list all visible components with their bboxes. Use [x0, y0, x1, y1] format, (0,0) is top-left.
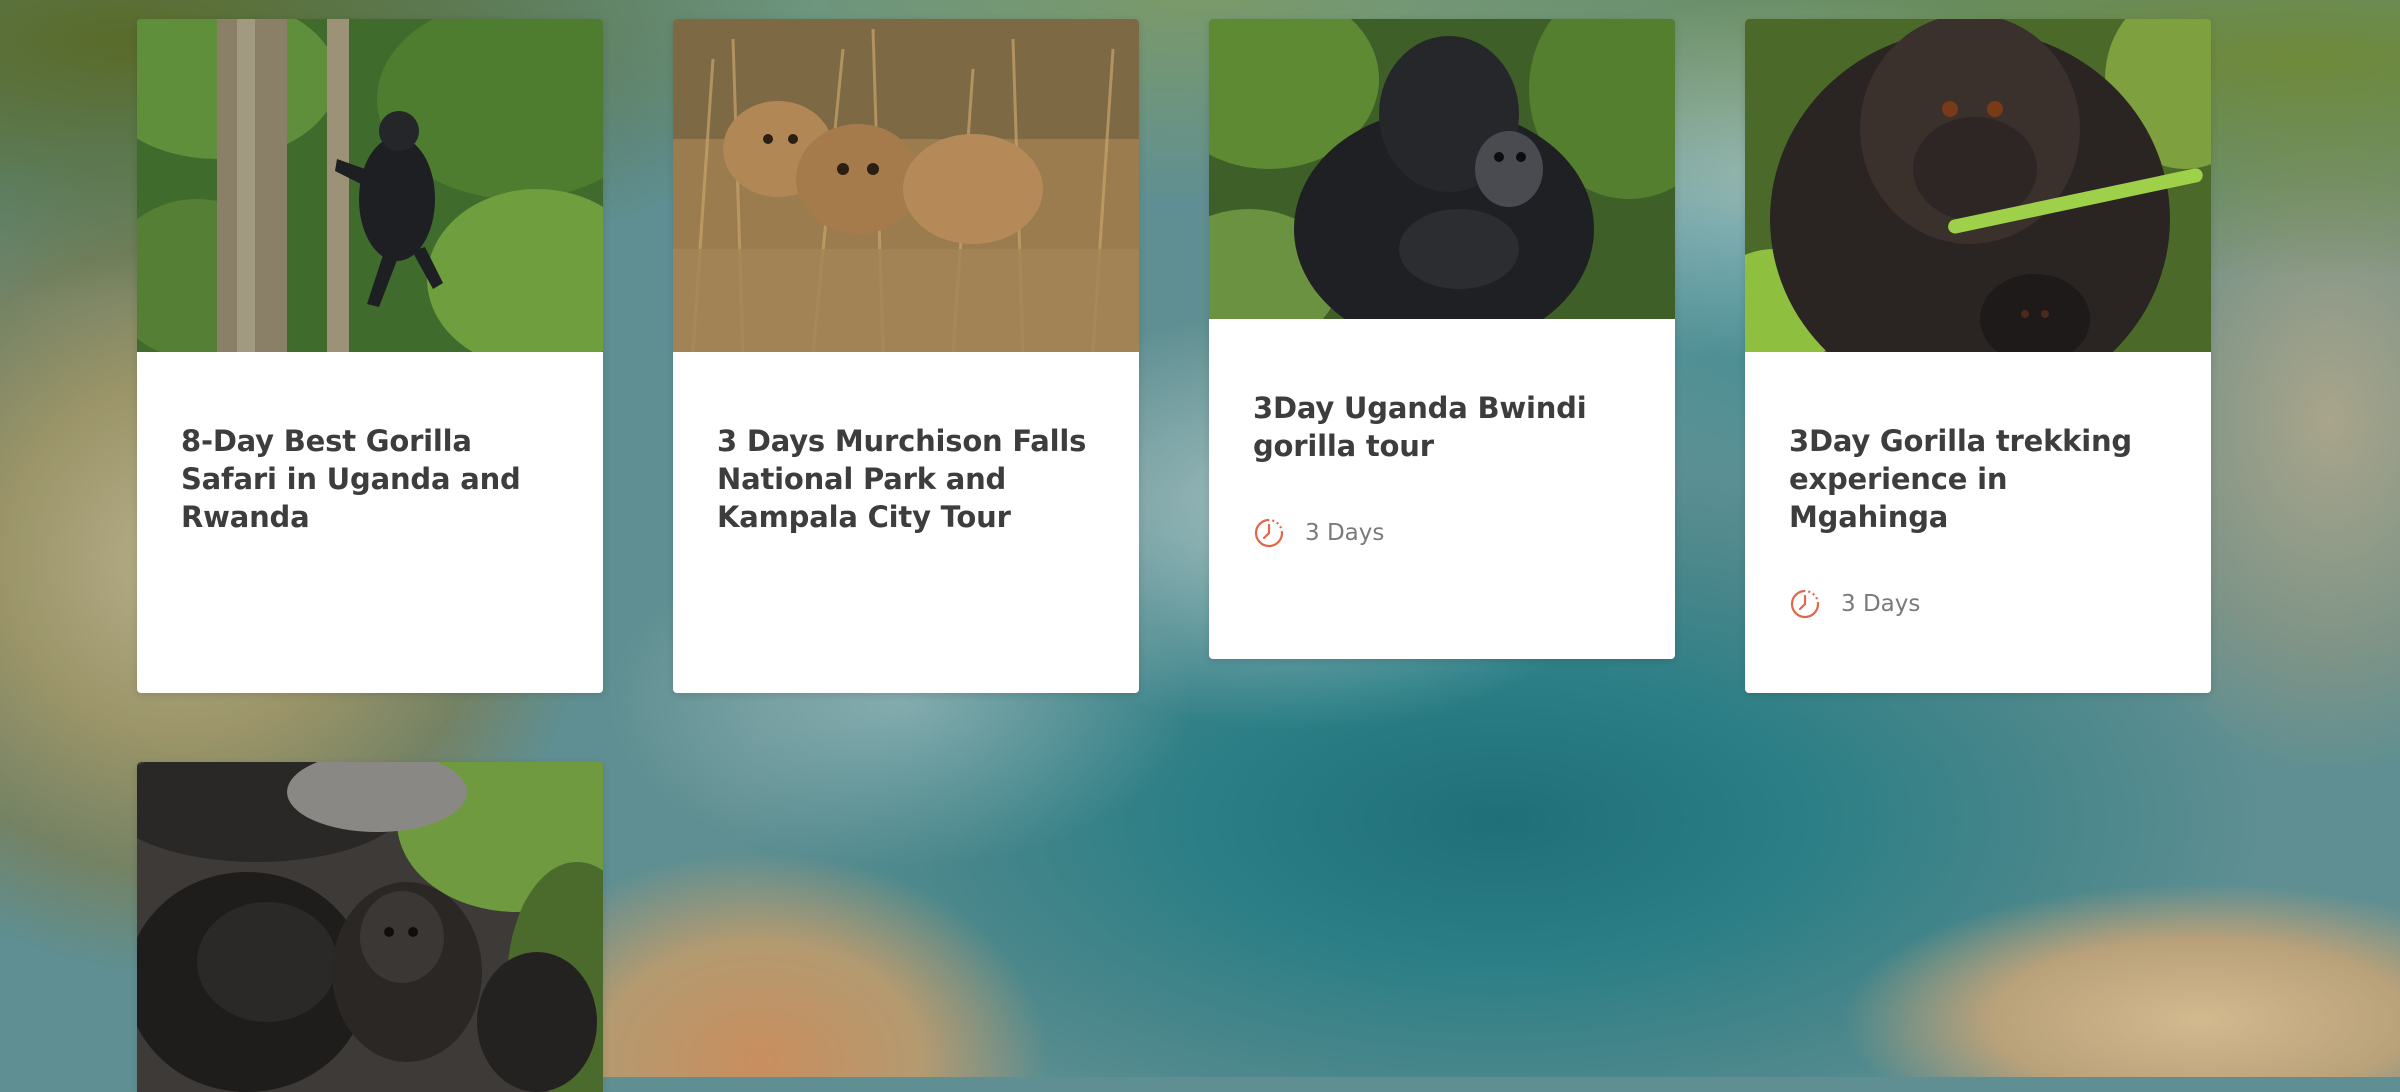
tour-title[interactable]: 3Day Uganda Bwindi gorilla tour: [1253, 389, 1631, 465]
tour-photo-silverback-gorilla[interactable]: [1209, 19, 1675, 319]
tour-duration-label: 3 Days: [1841, 591, 1921, 617]
tour-photo-gorilla-mother-and-baby[interactable]: [1745, 19, 2211, 352]
tour-photo-gorilla-climbing-tree[interactable]: [137, 19, 603, 352]
tour-title[interactable]: 3Day Gorilla trekking experience in Mgah…: [1789, 422, 2167, 536]
tour-duration-label: 3 Days: [1305, 520, 1385, 546]
tour-duration: 3 Days: [1789, 588, 2167, 620]
clock-icon: [1254, 518, 1284, 548]
tour-card[interactable]: 3Day Uganda Bwindi gorilla tour 3 Days: [1209, 19, 1675, 659]
tour-photo-lions-in-grass[interactable]: [673, 19, 1139, 352]
tour-card[interactable]: [137, 762, 603, 1092]
tour-duration: 3 Days: [1253, 517, 1631, 549]
clock-icon: [1790, 589, 1820, 619]
tour-card[interactable]: 8-Day Best Gorilla Safari in Uganda and …: [137, 19, 603, 693]
tour-card[interactable]: 3Day Gorilla trekking experience in Mgah…: [1745, 19, 2211, 693]
tour-card[interactable]: 3 Days Murchison Falls National Park and…: [673, 19, 1139, 693]
tour-card-grid: 8-Day Best Gorilla Safari in Uganda and …: [0, 0, 2400, 1092]
tour-photo-gorillas-embracing[interactable]: [137, 762, 603, 1092]
tour-title[interactable]: 3 Days Murchison Falls National Park and…: [717, 422, 1095, 536]
tour-title[interactable]: 8-Day Best Gorilla Safari in Uganda and …: [181, 422, 559, 536]
